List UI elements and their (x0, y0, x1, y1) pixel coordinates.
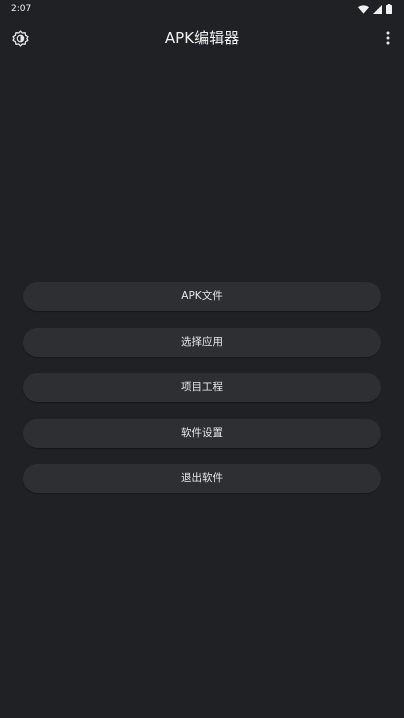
apk-file-button[interactable]: APK文件 (23, 282, 381, 311)
status-time: 2:07 (11, 4, 32, 14)
more-options-button[interactable] (378, 28, 398, 48)
more-vert-icon (386, 31, 390, 45)
main-menu: APK文件 选择应用 项目工程 软件设置 退出软件 (23, 282, 381, 510)
app-title: APK编辑器 (164, 29, 240, 47)
app-bar: APK编辑器 (0, 20, 404, 56)
status-bar: 2:07 (0, 0, 404, 18)
signal-icon (373, 4, 382, 14)
select-app-button[interactable]: 选择应用 (23, 327, 381, 357)
project-button[interactable]: 项目工程 (23, 373, 381, 402)
software-settings-button[interactable]: 软件设置 (23, 418, 381, 448)
exit-app-button[interactable]: 退出软件 (23, 464, 381, 493)
status-icons (358, 4, 392, 14)
wifi-icon (358, 4, 369, 14)
battery-icon (386, 4, 392, 14)
